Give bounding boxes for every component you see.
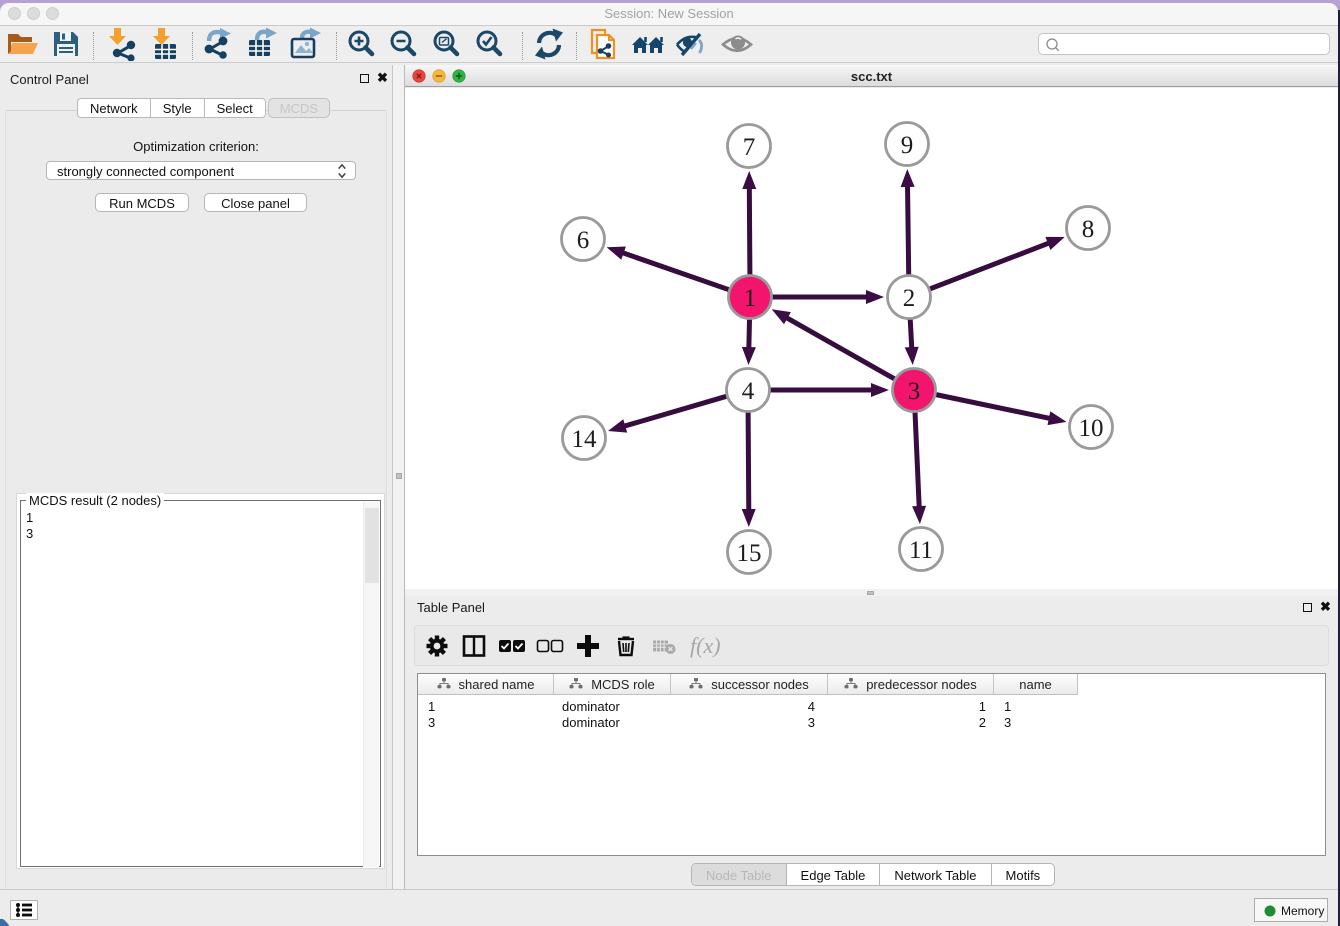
svg-text:10: 10 [1079, 415, 1104, 442]
svg-text:7: 7 [743, 134, 756, 161]
svg-text:1: 1 [744, 285, 757, 312]
svg-text:9: 9 [901, 132, 914, 159]
svg-text:6: 6 [577, 227, 590, 254]
svg-text:14: 14 [572, 426, 598, 453]
svg-text:3: 3 [908, 378, 921, 405]
svg-text:4: 4 [742, 378, 755, 405]
svg-text:f(x): f(x) [690, 633, 721, 658]
svg-text:2: 2 [903, 285, 916, 312]
svg-text:15: 15 [737, 540, 762, 567]
svg-text:11: 11 [909, 537, 933, 564]
svg-text:8: 8 [1082, 216, 1095, 243]
